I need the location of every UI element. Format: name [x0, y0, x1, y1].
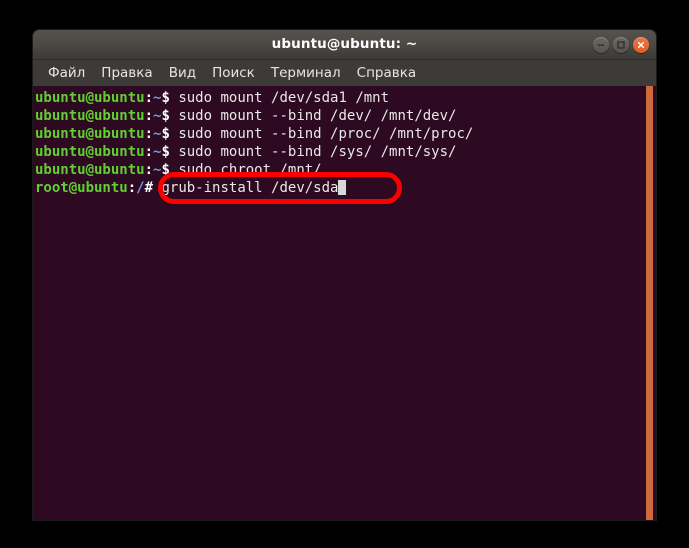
terminal-prompt-user: ubuntu@ubuntu	[35, 90, 145, 106]
terminal-line: ubuntu@ubuntu:~$ sudo mount /dev/sda1 /m…	[35, 89, 643, 107]
terminal-line: ubuntu@ubuntu:~$ sudo mount --bind /sys/…	[35, 143, 643, 161]
window-controls	[593, 30, 649, 59]
maximize-button[interactable]	[613, 36, 629, 53]
terminal-window: ubuntu@ubuntu: ~ Файл Правка Вид Поиск Т…	[33, 30, 656, 520]
terminal-prompt-user: ubuntu@ubuntu	[35, 144, 145, 160]
terminal-prompt-sigil: $	[161, 162, 170, 178]
terminal-prompt-colon: :	[144, 126, 154, 142]
menu-item-terminal[interactable]: Терминал	[263, 63, 349, 84]
terminal-prompt-colon: :	[144, 108, 154, 124]
terminal-line: ubuntu@ubuntu:~$ sudo mount --bind /proc…	[35, 125, 643, 143]
terminal-line: ubuntu@ubuntu:~$ sudo mount --bind /dev/…	[35, 107, 643, 125]
menu-item-edit[interactable]: Правка	[93, 63, 160, 84]
terminal-prompt-user: ubuntu@ubuntu	[35, 126, 145, 142]
minimize-icon	[597, 41, 605, 49]
menu-bar: Файл Правка Вид Поиск Терминал Справка	[33, 60, 656, 86]
terminal-prompt-user: ubuntu@ubuntu	[35, 162, 145, 178]
maximize-icon	[617, 40, 625, 49]
terminal-prompt-sigil: $	[161, 90, 170, 106]
terminal-prompt-user: ubuntu@ubuntu	[35, 108, 145, 124]
terminal-command: sudo mount --bind /sys/ /mnt/sys/	[169, 144, 457, 160]
menu-item-view[interactable]: Вид	[161, 63, 204, 84]
terminal-command: grub-install /dev/sda	[153, 180, 339, 196]
terminal-command: sudo mount --bind /dev/ /mnt/dev/	[169, 108, 457, 124]
terminal-prompt-user: root@ubuntu	[35, 180, 128, 196]
close-button[interactable]	[633, 36, 649, 53]
terminal-cursor	[338, 180, 347, 195]
terminal-prompt-path: /	[136, 180, 145, 196]
close-icon	[637, 41, 645, 49]
terminal-prompt-colon: :	[144, 90, 154, 106]
terminal-command: sudo mount --bind /proc/ /mnt/proc/	[169, 126, 474, 142]
terminal-output[interactable]: ubuntu@ubuntu:~$ sudo mount /dev/sda1 /m…	[33, 86, 643, 520]
terminal-body[interactable]: ubuntu@ubuntu:~$ sudo mount /dev/sda1 /m…	[33, 86, 656, 520]
terminal-command: sudo mount /dev/sda1 /mnt	[169, 90, 390, 106]
screen: ubuntu@ubuntu: ~ Файл Правка Вид Поиск Т…	[0, 0, 689, 548]
terminal-prompt-colon: :	[144, 162, 154, 178]
terminal-line: ubuntu@ubuntu:~$ sudo chroot /mnt/	[35, 161, 643, 179]
terminal-scrollbar[interactable]	[643, 86, 656, 520]
terminal-prompt-colon: :	[127, 180, 137, 196]
terminal-command: sudo chroot /mnt/	[169, 162, 322, 178]
terminal-prompt-sigil: #	[144, 180, 154, 196]
menu-item-help[interactable]: Справка	[349, 63, 424, 84]
terminal-prompt-sigil: $	[161, 126, 170, 142]
terminal-prompt-colon: :	[144, 144, 154, 160]
menu-item-search[interactable]: Поиск	[204, 63, 263, 84]
menu-item-file[interactable]: Файл	[40, 63, 93, 84]
terminal-prompt-sigil: $	[161, 144, 170, 160]
window-title: ubuntu@ubuntu: ~	[271, 36, 418, 52]
terminal-scrollbar-thumb[interactable]	[646, 86, 653, 520]
terminal-prompt-sigil: $	[161, 108, 170, 124]
minimize-button[interactable]	[593, 36, 609, 53]
title-bar[interactable]: ubuntu@ubuntu: ~	[33, 30, 656, 60]
terminal-line: root@ubuntu:/# grub-install /dev/sda	[35, 179, 643, 197]
